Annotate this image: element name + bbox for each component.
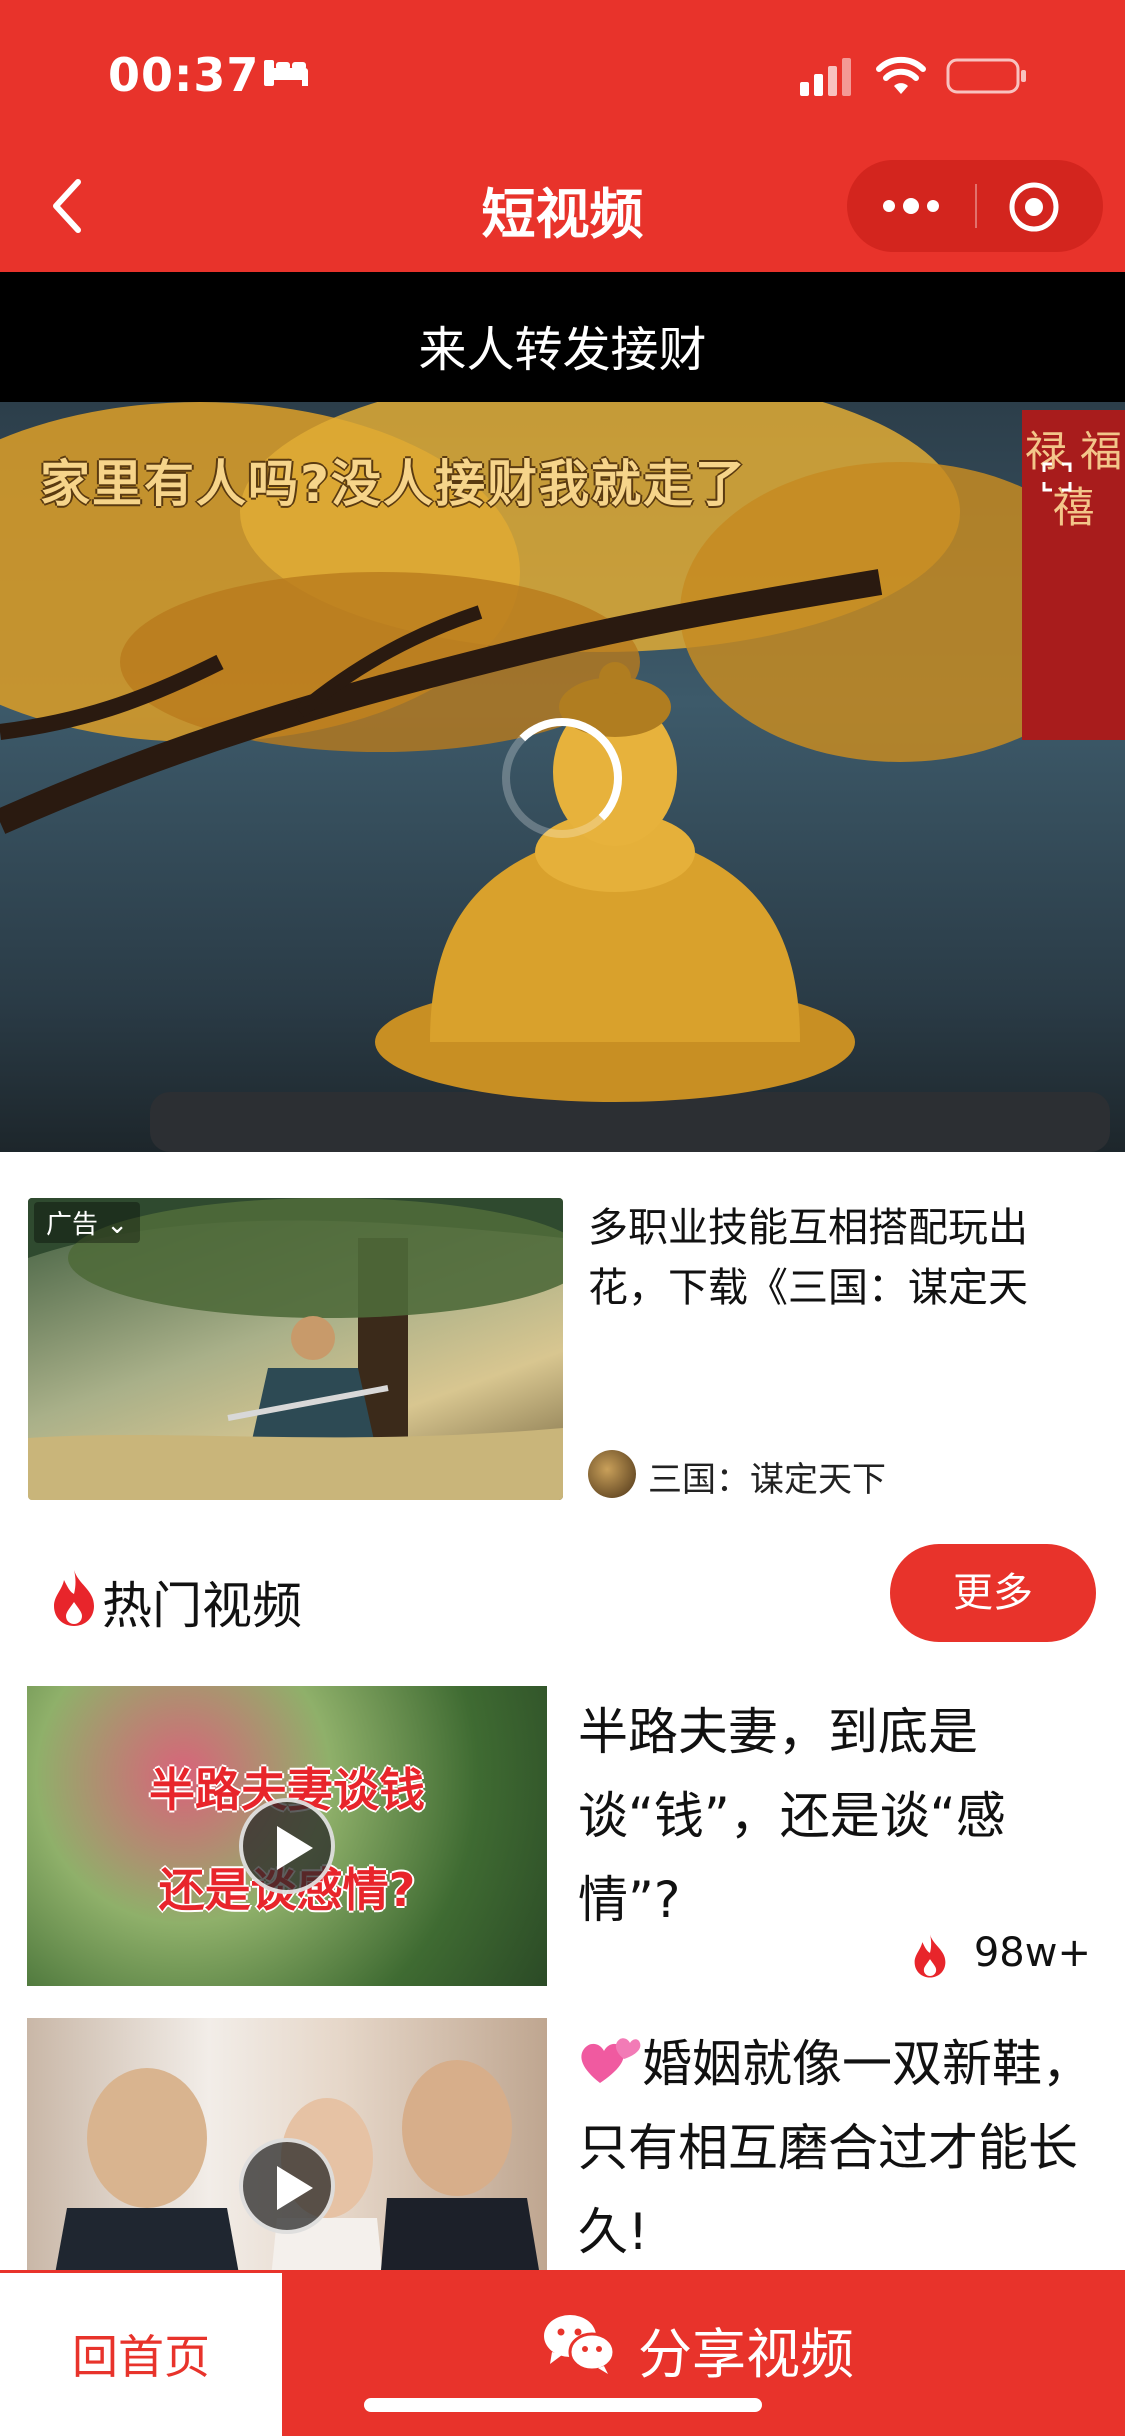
ad-warrior-illustration: [28, 1198, 563, 1500]
more-icon[interactable]: [877, 182, 945, 230]
close-mini-program-icon[interactable]: [1007, 180, 1061, 234]
video-player[interactable]: 家里有人吗?没人接财我就走了 禄 福 禧: [0, 402, 1125, 1152]
heart-icon: [581, 2038, 641, 2083]
wechat-icon: [544, 2315, 616, 2374]
video-list-item[interactable]: 半路夫妻谈钱 还是谈感情? 半路夫妻，到底是谈“钱”，还是谈“感情”? 98w+: [0, 1686, 1125, 1986]
share-label: 分享视频: [638, 2323, 854, 2386]
chevron-down-icon: ⌄: [106, 1210, 129, 1240]
ad-brand-name: 三国：谋定天下: [648, 1460, 886, 1500]
mini-program-capsule: [847, 160, 1103, 252]
home-label: 回首页: [72, 2330, 210, 2384]
couplet-text: 禄 福 禧: [1024, 427, 1123, 532]
ad-brand-avatar: [588, 1450, 636, 1498]
view-count: 98w+: [973, 1930, 1091, 1976]
fire-icon: [54, 1570, 94, 1626]
wifi-icon: [876, 56, 926, 94]
more-button[interactable]: 更多: [890, 1544, 1096, 1642]
play-button[interactable]: [239, 2138, 335, 2234]
section-title: 热门视频: [102, 1577, 302, 1635]
play-icon: [277, 1826, 313, 1870]
ad-card[interactable]: 广告 ⌄ 多职业技能互相搭配玩出花，下载《三国：谋定天 三国：谋定天下: [28, 1198, 1098, 1500]
fullscreen-icon[interactable]: [1042, 462, 1072, 492]
capsule-divider: [975, 184, 977, 228]
banner-text: 来人转发接财: [418, 322, 707, 378]
video-thumbnail[interactable]: [27, 2018, 547, 2270]
video-title[interactable]: 半路夫妻，到底是谈“钱”，还是谈“感情”?: [578, 1690, 1098, 1942]
ad-badge[interactable]: 广告 ⌄: [34, 1202, 141, 1243]
signal-icon: [800, 58, 851, 96]
fire-icon: [914, 1934, 946, 1978]
top-bar: 00:37 短视频: [0, 0, 1125, 272]
ad-badge-label: 广告: [46, 1210, 99, 1240]
loading-spinner-icon: [502, 718, 622, 838]
battery-icon: [946, 58, 1026, 94]
couplet-scroll: 禄 福 禧: [1022, 410, 1125, 740]
video-caption: 家里有人吗?没人接财我就走了: [40, 455, 748, 513]
ad-thumbnail[interactable]: 广告 ⌄: [28, 1198, 563, 1500]
status-time: 00:37: [108, 48, 260, 102]
sleep-mode-icon: [264, 60, 308, 86]
hot-videos-header: 热门视频 更多: [0, 1540, 1125, 1650]
home-button[interactable]: 回首页: [0, 2270, 282, 2436]
home-indicator: [364, 2398, 762, 2412]
ad-title[interactable]: 多职业技能互相搭配玩出花，下载《三国：谋定天: [588, 1198, 1098, 1318]
video-title-wrap[interactable]: 婚姻就像一双新鞋，只有相互磨合过才能长久!: [578, 2022, 1098, 2270]
video-title-banner: 来人转发接财: [0, 272, 1125, 402]
video-title: 婚姻就像一双新鞋，只有相互磨合过才能长久!: [578, 2035, 1092, 2261]
video-list-item[interactable]: 婚姻就像一双新鞋，只有相互磨合过才能长久!: [0, 2018, 1125, 2270]
play-button[interactable]: [239, 1798, 335, 1894]
play-icon: [277, 2166, 313, 2210]
video-thumbnail[interactable]: 半路夫妻谈钱 还是谈感情?: [27, 1686, 547, 1986]
